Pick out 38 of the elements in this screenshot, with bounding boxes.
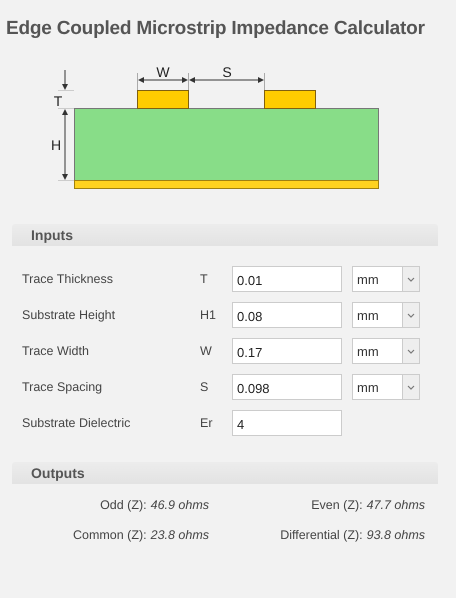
- input-label: Substrate Height: [21, 308, 116, 322]
- section-header: Outputs: [12, 462, 438, 484]
- output-value: 47.7 ohms: [366, 498, 425, 512]
- output-label: Common (Z):: [73, 528, 147, 542]
- value-field[interactable]: 0.17: [232, 338, 342, 364]
- output-label: Even (Z):: [311, 498, 363, 512]
- symbol-label: T: [200, 272, 209, 286]
- height-label: H: [50, 137, 62, 153]
- output-value: 93.8 ohms: [366, 528, 425, 542]
- unit-dropdown[interactable]: mm: [352, 302, 420, 328]
- symbol-label: S: [200, 380, 210, 394]
- page-title: Edge Coupled Microstrip Impedance Calculator: [5, 17, 426, 41]
- value-field[interactable]: 0.098: [232, 374, 342, 400]
- unit-dropdown[interactable]: mm: [352, 374, 420, 400]
- unit-dropdown[interactable]: mm: [352, 338, 420, 364]
- input-label: Trace Spacing: [21, 380, 104, 394]
- value-field[interactable]: 4: [232, 410, 342, 436]
- output-label: Odd (Z):: [100, 498, 147, 512]
- output-value: 46.9 ohms: [150, 498, 209, 512]
- output-value: 23.8 ohms: [150, 528, 209, 542]
- width-label: W: [156, 64, 170, 80]
- unit-dropdown[interactable]: mm: [352, 266, 420, 292]
- output-label: Differential (Z):: [280, 528, 363, 542]
- symbol-label: H1: [200, 308, 217, 322]
- thickness-label: T: [54, 93, 62, 109]
- symbol-label: Er: [200, 416, 214, 430]
- input-label: Substrate Dielectric: [21, 416, 132, 430]
- value-field[interactable]: 0.01: [232, 266, 342, 292]
- caret-icon: [407, 348, 415, 354]
- caret-icon: [407, 312, 415, 318]
- section-header: Inputs: [12, 224, 438, 246]
- caret-icon: [407, 276, 415, 282]
- value-field[interactable]: 0.08: [232, 302, 342, 328]
- symbol-label: W: [200, 344, 213, 358]
- input-label: Trace Thickness: [21, 272, 114, 286]
- input-label: Trace Width: [21, 344, 90, 358]
- caret-icon: [407, 384, 415, 390]
- spacing-label: S: [222, 64, 232, 80]
